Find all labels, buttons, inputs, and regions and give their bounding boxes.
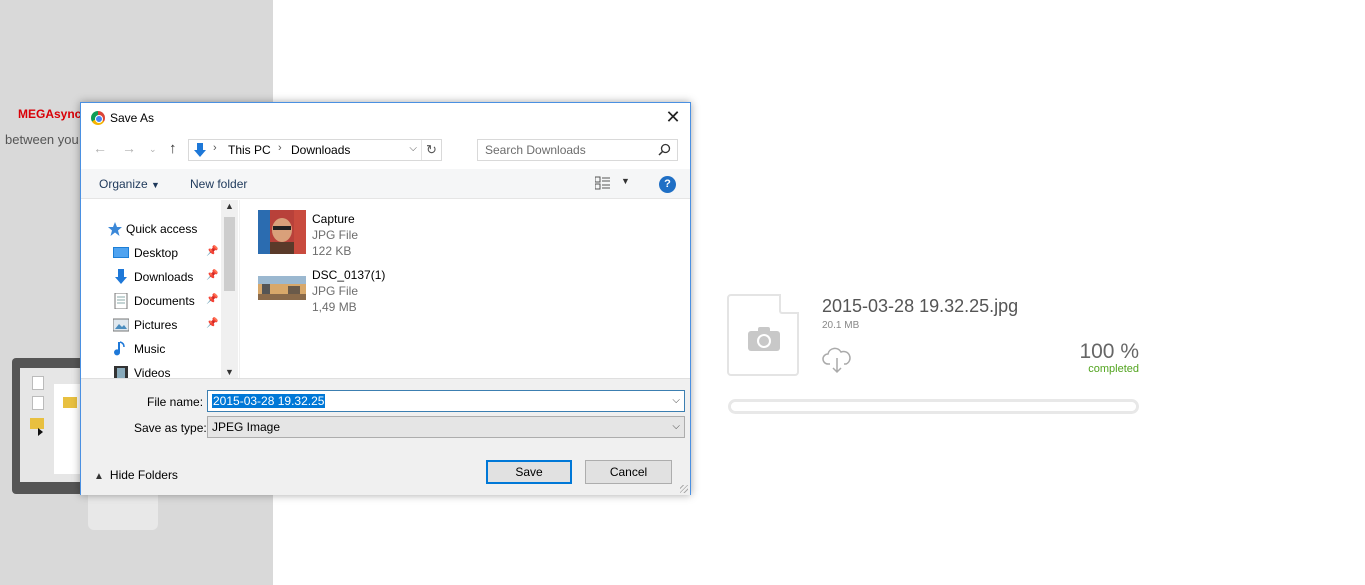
- file-name-label: File name:: [147, 395, 204, 409]
- breadcrumb-separator-icon: ›: [213, 142, 217, 154]
- scroll-up-icon[interactable]: ▲: [225, 201, 234, 211]
- pin-icon[interactable]: 📌: [206, 294, 218, 305]
- chevron-down-icon: ▼: [151, 180, 160, 190]
- refresh-icon[interactable]: ↻: [421, 140, 441, 160]
- mega-title: MEGAsync: [18, 107, 82, 121]
- download-progress-bar: [728, 399, 1139, 414]
- pictures-icon: [112, 317, 130, 333]
- dsc-thumbnail: [258, 266, 306, 310]
- desktop-file-icon: [32, 396, 44, 410]
- chevron-down-icon[interactable]: ⌵: [672, 395, 680, 406]
- documents-icon: [113, 292, 129, 310]
- star-icon: [107, 221, 123, 237]
- chevron-up-icon: ▲: [94, 471, 104, 482]
- download-progress-fill: [731, 402, 1136, 411]
- image-file-icon: [727, 294, 799, 376]
- file-name-value: 2015-03-28 19.32.25: [212, 394, 326, 408]
- file-type: JPG File: [312, 284, 359, 298]
- breadcrumb-downloads[interactable]: Downloads: [291, 143, 350, 157]
- dialog-titlebar[interactable]: Save As ✕: [81, 103, 690, 133]
- download-arrow-icon: [113, 269, 129, 285]
- up-arrow-icon[interactable]: ↑: [169, 140, 177, 157]
- dialog-toolbar: Organize ▼ New folder ▼ ?: [81, 169, 690, 199]
- nav-scrollbar[interactable]: ▲ ▼: [221, 200, 238, 378]
- scrollbar-thumb[interactable]: [224, 217, 235, 291]
- download-file-name: 2015-03-28 19.32.25.jpg: [822, 296, 1019, 316]
- music-icon: [113, 341, 129, 357]
- pin-icon[interactable]: 📌: [206, 246, 218, 257]
- search-icon: [658, 143, 671, 159]
- file-name: DSC_0137(1): [312, 268, 386, 282]
- dialog-footer: File name: 2015-03-28 19.32.25 ⌵ Save as…: [81, 378, 690, 495]
- file-item-dsc-0137[interactable]: DSC_0137(1) JPG File 1,49 MB: [258, 266, 558, 314]
- videos-icon: [113, 365, 129, 378]
- nav-item-pictures[interactable]: Pictures 📌: [81, 314, 221, 336]
- navigation-row: ← → ⌄ ↑ › This PC › Downloads ⌵ ↻ Search…: [81, 136, 690, 164]
- download-percent: 100 %: [1079, 340, 1139, 363]
- monitor-stand: [88, 494, 158, 530]
- forward-arrow-icon[interactable]: →: [122, 140, 136, 156]
- file-item-capture[interactable]: Capture JPG File 122 KB: [258, 210, 558, 258]
- address-dropdown-icon[interactable]: ⌵: [409, 143, 417, 154]
- recent-locations-chevron-icon[interactable]: ⌄: [149, 144, 157, 155]
- save-as-type-label: Save as type:: [134, 421, 207, 435]
- nav-item-videos[interactable]: Videos: [81, 362, 221, 378]
- address-bar[interactable]: › This PC › Downloads ⌵ ↻: [188, 139, 442, 161]
- organize-button[interactable]: Organize ▼: [99, 177, 160, 191]
- navigation-pane: Quick access Desktop 📌 Downloads 📌 Docum…: [81, 200, 239, 378]
- download-status: completed: [1088, 363, 1139, 375]
- window-folder-icon: [63, 397, 77, 408]
- back-arrow-icon[interactable]: ←: [93, 140, 107, 156]
- save-button[interactable]: Save: [486, 460, 572, 484]
- mega-subtitle: between you: [5, 132, 79, 147]
- view-dropdown-icon[interactable]: ▼: [621, 176, 630, 186]
- desktop-icon: [113, 245, 129, 261]
- view-options-icon[interactable]: [594, 176, 611, 193]
- file-name: Capture: [312, 212, 355, 226]
- pin-icon[interactable]: 📌: [206, 318, 218, 329]
- cancel-button[interactable]: Cancel: [585, 460, 672, 484]
- nav-item-music[interactable]: Music: [81, 338, 221, 360]
- save-as-type-value: JPEG Image: [212, 420, 281, 434]
- save-as-dialog: Save As ✕ ← → ⌄ ↑ › This PC › Downloads …: [80, 102, 691, 495]
- breadcrumb-this-pc[interactable]: This PC: [228, 143, 271, 157]
- cursor-icon: [38, 428, 43, 436]
- file-name-field[interactable]: 2015-03-28 19.32.25 ⌵: [207, 390, 685, 412]
- save-as-type-select[interactable]: JPEG Image ⌵: [207, 416, 685, 438]
- cloud-download-icon[interactable]: [822, 346, 852, 378]
- desktop-file-icon: [32, 376, 44, 390]
- chrome-icon: [91, 111, 105, 125]
- download-file-size: 20.1 MB: [822, 320, 860, 331]
- nav-item-downloads[interactable]: Downloads 📌: [81, 266, 221, 288]
- chevron-down-icon[interactable]: ⌵: [672, 421, 680, 432]
- close-icon[interactable]: ✕: [664, 108, 682, 126]
- hide-folders-button[interactable]: ▲ Hide Folders: [94, 468, 178, 482]
- search-input[interactable]: Search Downloads: [477, 139, 678, 161]
- scroll-down-icon[interactable]: ▼: [225, 367, 234, 377]
- resize-grip[interactable]: [680, 485, 688, 493]
- pin-icon[interactable]: 📌: [206, 270, 218, 281]
- nav-item-documents[interactable]: Documents 📌: [81, 290, 221, 312]
- help-button[interactable]: ?: [659, 176, 676, 193]
- breadcrumb-separator-icon: ›: [278, 142, 282, 154]
- file-list: Capture JPG File 122 KB DSC_0137(1) JPG …: [239, 200, 690, 378]
- new-folder-button[interactable]: New folder: [190, 177, 247, 191]
- dialog-title: Save As: [110, 111, 155, 125]
- file-size: 1,49 MB: [312, 300, 357, 314]
- download-location-icon: [192, 142, 208, 161]
- capture-thumbnail: [258, 210, 306, 254]
- file-type: JPG File: [312, 228, 359, 242]
- search-placeholder: Search Downloads: [485, 143, 586, 157]
- file-size: 122 KB: [312, 244, 352, 258]
- nav-item-quick-access[interactable]: Quick access: [81, 218, 221, 240]
- nav-item-desktop[interactable]: Desktop 📌: [81, 242, 221, 264]
